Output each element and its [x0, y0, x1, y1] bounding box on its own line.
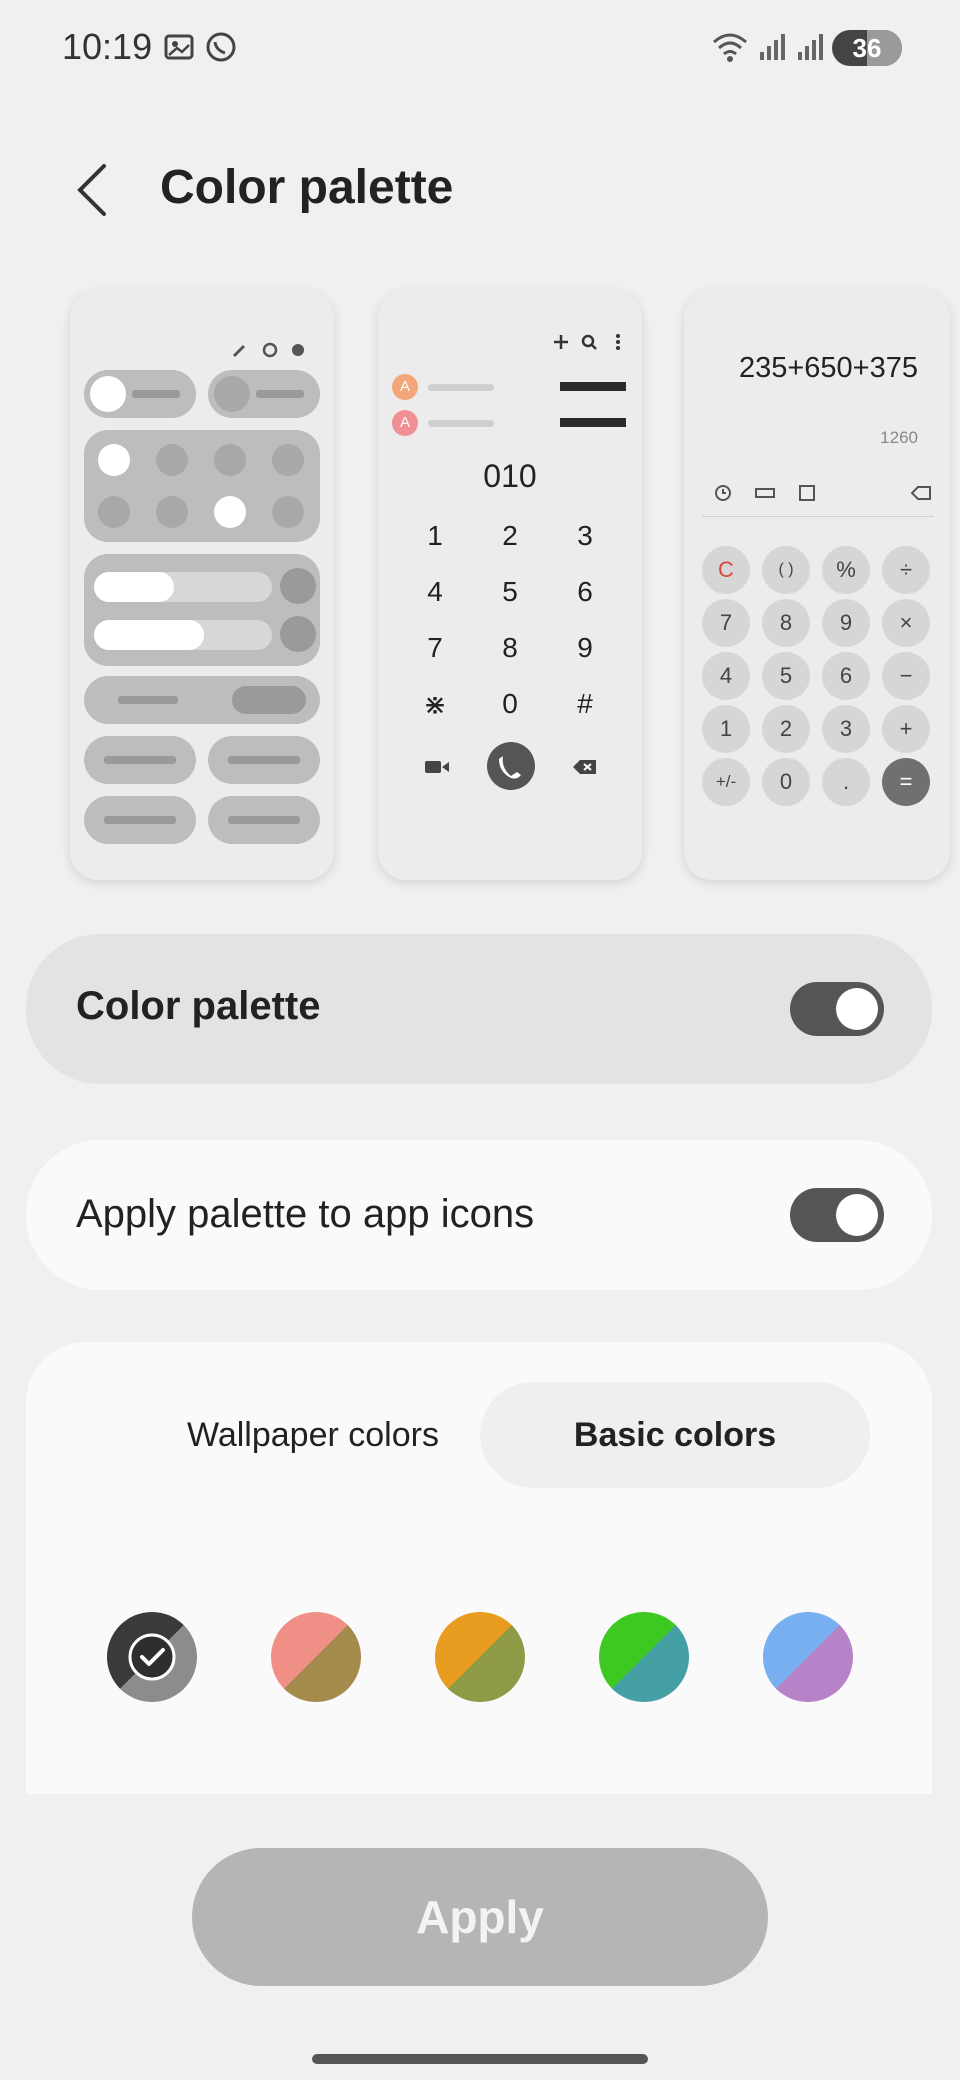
dialer-preview: A A 010 1 2 3 4 5 6 7 8 9 ⋇ 0 # — [378, 290, 642, 880]
calc-key: 1 — [702, 705, 750, 753]
calc-key: − — [882, 652, 930, 700]
wifi-icon — [713, 33, 747, 62]
calc-key: 4 — [702, 652, 750, 700]
calc-key: 2 — [762, 705, 810, 753]
quick-panel-preview — [70, 290, 334, 880]
contact-avatar: A — [392, 410, 418, 436]
apply-button[interactable]: Apply — [192, 1848, 768, 1986]
battery-indicator: 36 — [832, 30, 902, 66]
dial-key: 7 — [427, 632, 443, 663]
dialed-number: 010 — [483, 458, 537, 494]
color-swatch[interactable] — [599, 1612, 689, 1702]
dial-key: # — [577, 688, 593, 719]
dial-key: 8 — [502, 632, 518, 663]
calc-key: C — [702, 546, 750, 594]
color-swatch[interactable] — [435, 1612, 525, 1702]
page-title: Color palette — [160, 161, 454, 214]
screenshot-icon — [164, 34, 194, 60]
dial-key: ⋇ — [423, 689, 447, 720]
check-icon — [128, 1633, 176, 1681]
home-indicator[interactable] — [312, 2054, 648, 2064]
calc-key: 6 — [822, 652, 870, 700]
calc-result: 1260 — [880, 428, 918, 447]
calc-key: ÷ — [882, 546, 930, 594]
calc-expression: 235+650+375 — [738, 352, 918, 384]
calc-key: +/- — [702, 758, 750, 806]
status-time: 10:19 — [62, 26, 153, 67]
backspace-icon — [573, 760, 596, 774]
dial-key: 0 — [502, 688, 518, 719]
calc-key: % — [822, 546, 870, 594]
battery-level: 36 — [852, 33, 882, 63]
calc-key: 9 — [822, 599, 870, 647]
apply-icons-row[interactable]: Apply palette to app icons — [26, 1140, 932, 1290]
dial-key: 3 — [577, 520, 593, 551]
dial-key: 6 — [577, 576, 593, 607]
calc-key: ( ) — [762, 546, 810, 594]
dial-key: 9 — [577, 632, 593, 663]
phone-icon — [499, 756, 521, 779]
dial-key: 2 — [502, 520, 518, 551]
toggles-grid — [84, 430, 320, 542]
dial-key: 5 — [502, 576, 518, 607]
color-palette-label: Color palette — [76, 984, 321, 1028]
calc-key: + — [882, 705, 930, 753]
calc-key: 7 — [702, 599, 750, 647]
call-button — [487, 742, 535, 790]
color-palette-row[interactable]: Color palette — [26, 934, 932, 1084]
color-swatch[interactable] — [271, 1612, 361, 1702]
wifi-tile — [84, 370, 196, 418]
color-palette-toggle[interactable] — [790, 982, 884, 1036]
apply-icons-toggle[interactable] — [790, 1188, 884, 1242]
dial-key: 1 — [427, 520, 443, 551]
color-swatch[interactable] — [763, 1612, 853, 1702]
bluetooth-tile — [208, 370, 320, 418]
calc-key: = — [882, 758, 930, 806]
back-arrow-icon[interactable] — [72, 162, 112, 218]
calc-toolbar-icons — [715, 485, 931, 501]
whatsapp-icon — [206, 32, 236, 62]
calculator-preview: 235+650+375 1260 C ( ) % ÷ 7 8 9 × 4 5 6… — [684, 290, 950, 880]
signal-icon — [798, 34, 823, 60]
color-swatch[interactable] — [107, 1612, 197, 1702]
calc-key: 5 — [762, 652, 810, 700]
apply-icons-label: Apply palette to app icons — [76, 1192, 535, 1236]
swatch-row — [26, 1342, 932, 1794]
media-tile — [84, 676, 320, 724]
dialer-toolbar-icons — [554, 334, 620, 350]
calc-key: 0 — [762, 758, 810, 806]
dial-key: 4 — [427, 576, 443, 607]
signal-icon — [760, 34, 785, 60]
contact-avatar: A — [392, 374, 418, 400]
calc-key: 8 — [762, 599, 810, 647]
calc-key: . — [822, 758, 870, 806]
calc-key: 3 — [822, 705, 870, 753]
edit-power-settings-icons — [232, 342, 304, 358]
sliders-block — [84, 554, 320, 666]
video-call-icon — [425, 761, 449, 773]
calc-key: × — [882, 599, 930, 647]
